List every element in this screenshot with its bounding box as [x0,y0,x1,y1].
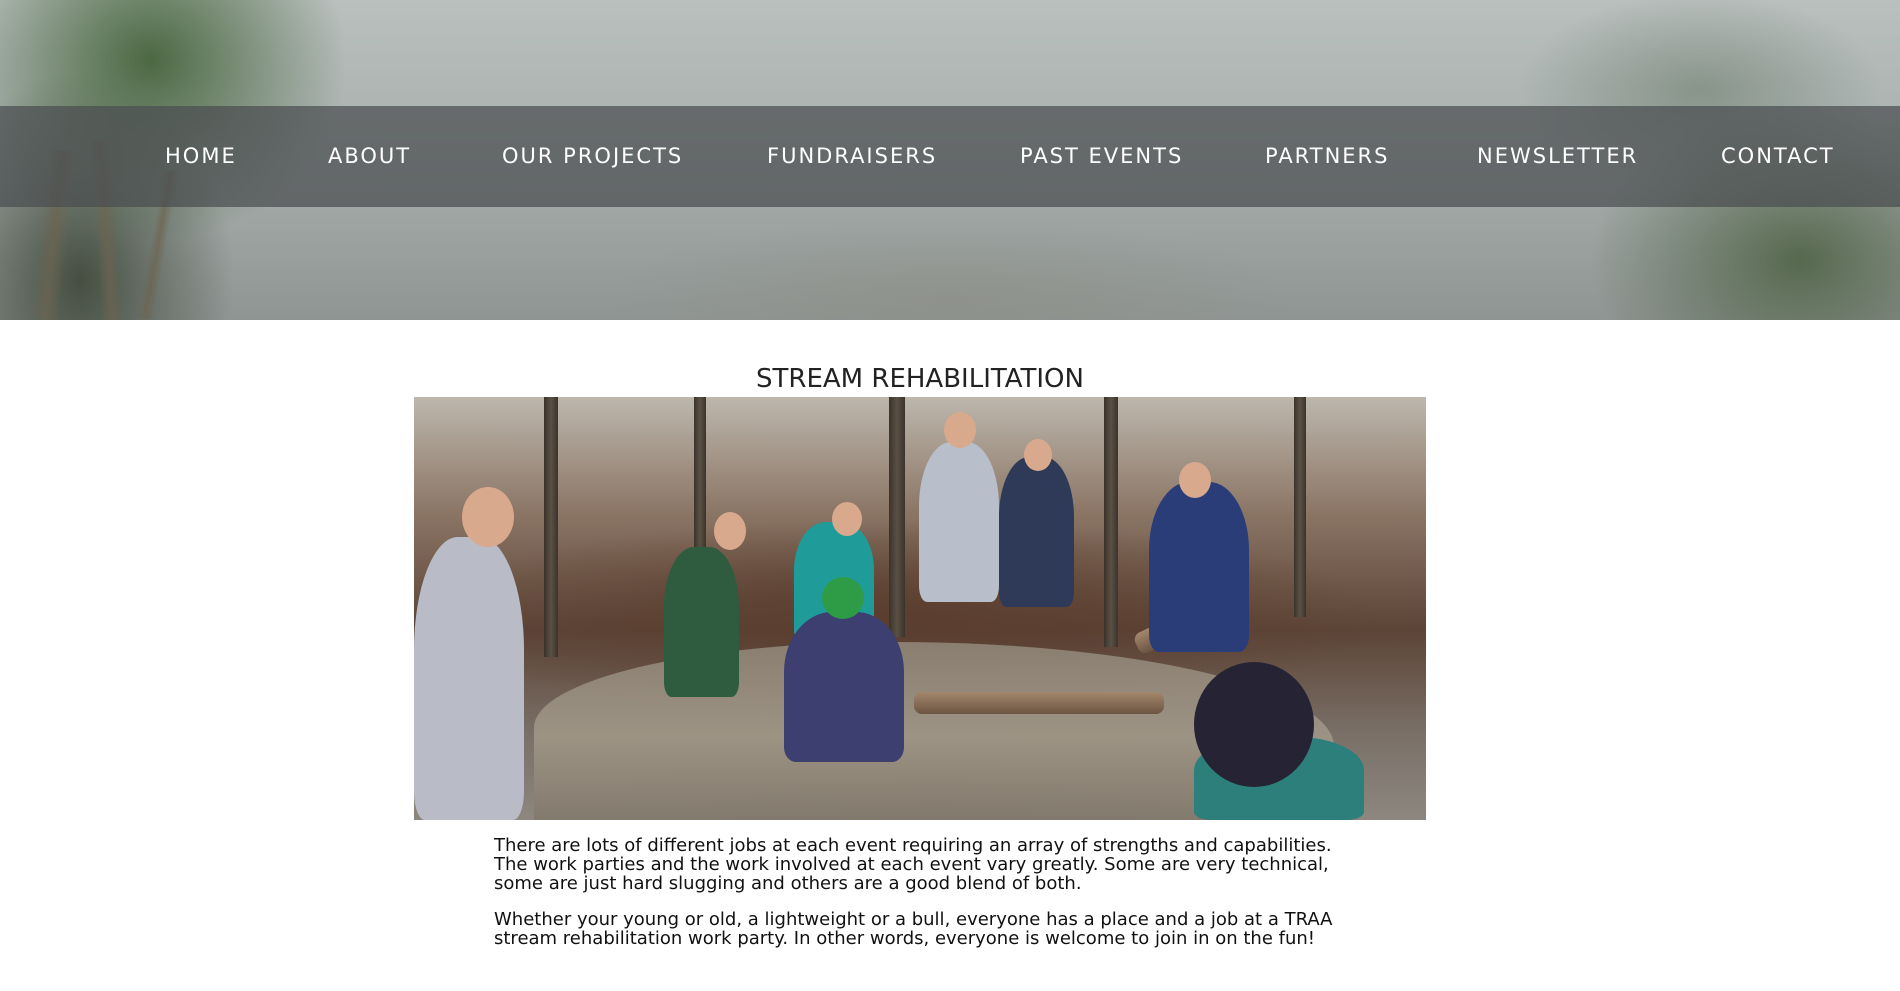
stream-rehabilitation-photo [414,397,1426,820]
nav-item-partners[interactable]: PARTNERS [1265,106,1389,207]
photo-person-head [1179,462,1211,498]
photo-person-head [714,512,746,550]
photo-tree [544,397,558,657]
photo-person [999,457,1074,607]
page: HOME ABOUT OUR PROJECTS FUNDRAISERS PAST… [0,0,1900,991]
page-title: STREAM REHABILITATION [756,364,1084,394]
main-navigation: HOME ABOUT OUR PROJECTS FUNDRAISERS PAST… [0,106,1900,207]
photo-person [664,547,739,697]
nav-item-contact[interactable]: CONTACT [1721,106,1835,207]
nav-item-about[interactable]: ABOUT [328,106,411,207]
photo-person [1149,482,1249,652]
hero-banner-image: HOME ABOUT OUR PROJECTS FUNDRAISERS PAST… [0,0,1900,320]
body-paragraph: Whether your young or old, a lightweight… [494,909,1333,949]
photo-person [414,537,524,820]
nav-item-home[interactable]: HOME [165,106,237,207]
photo-person-head [1024,439,1052,471]
photo-person [919,442,999,602]
photo-tree [1104,397,1118,647]
nav-item-past-events[interactable]: PAST EVENTS [1020,106,1183,207]
photo-tree [889,397,905,637]
photo-person-head [944,412,976,448]
photo-person-head [822,577,864,619]
photo-log [914,692,1164,714]
body-paragraph: There are lots of different jobs at each… [494,835,1332,894]
nav-item-newsletter[interactable]: NEWSLETTER [1477,106,1638,207]
nav-item-our-projects[interactable]: OUR PROJECTS [502,106,683,207]
photo-tree [1294,397,1306,617]
photo-person-head [1194,662,1314,787]
nav-item-fundraisers[interactable]: FUNDRAISERS [767,106,937,207]
photo-person [784,612,904,762]
photo-person-head [832,502,862,536]
photo-person-head [462,487,514,547]
